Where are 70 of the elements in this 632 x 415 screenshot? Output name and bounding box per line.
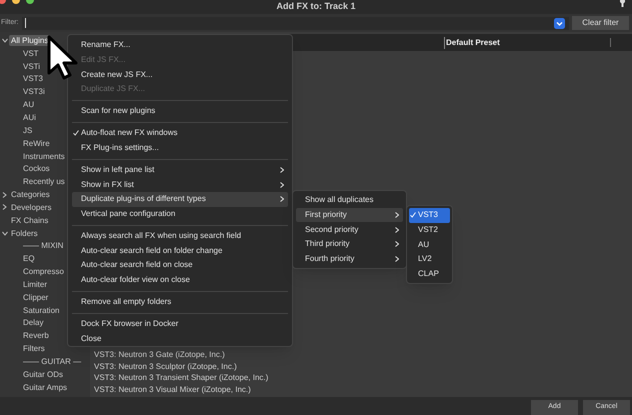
menu-item[interactable]: Dock FX browser in Docker — [72, 316, 288, 332]
tree-item[interactable]: —— MIXIN — [21, 240, 66, 252]
tree-item[interactable]: VST — [21, 48, 41, 59]
menu-item[interactable]: Fourth priority — [296, 252, 403, 266]
expanded-chevron-icon[interactable] — [2, 230, 8, 236]
menu-item[interactable]: Create new JS FX... — [72, 67, 288, 82]
tree-item[interactable]: EQ — [21, 253, 37, 264]
tree-item[interactable]: ReWire — [21, 138, 52, 149]
tree-item[interactable]: Filters — [21, 343, 47, 354]
tree-item[interactable]: Guitar ODs — [21, 368, 66, 380]
list-row[interactable]: VST3: Neutron 3 Gate (iZotope, Inc.) — [94, 348, 632, 361]
menu-item[interactable]: Show all duplicates — [296, 193, 403, 208]
tree-item[interactable]: Categories — [9, 189, 52, 200]
pin-icon[interactable] — [619, 0, 626, 7]
tree-item[interactable]: Developers — [9, 202, 54, 213]
tree-item[interactable]: Cockos — [21, 163, 52, 174]
tree-item[interactable]: Delay — [21, 317, 46, 328]
menu-item[interactable]: Auto-clear search field on close — [72, 258, 288, 273]
text-cursor — [24, 18, 26, 28]
tree-item[interactable]: Instruments — [21, 150, 67, 162]
tree-item[interactable]: JS — [21, 124, 34, 136]
tree-item[interactable]: AU — [21, 99, 36, 110]
tree-item[interactable]: VSTi — [21, 60, 42, 72]
menu-item[interactable]: VST3 — [409, 208, 450, 223]
filter-field[interactable] — [22, 16, 569, 30]
menu-item[interactable]: Scan for new plugins — [72, 104, 288, 119]
menu-item[interactable]: Show in FX list — [72, 177, 288, 192]
menu-item[interactable]: FX Plug-ins settings... — [72, 140, 288, 156]
list-row[interactable]: VST3: Neutron 3 Visual Mixer (iZotope, Inc.) — [94, 384, 632, 396]
tree-item[interactable]: Compresso — [21, 266, 66, 278]
tree-item[interactable]: —— GUITAR — — [21, 356, 84, 368]
tree-item[interactable]: Reverb — [21, 330, 51, 342]
tree-item[interactable]: Limiter — [21, 278, 50, 290]
tree-item[interactable]: VST3 — [21, 73, 46, 84]
column-header[interactable]: Default Preset — [444, 36, 500, 48]
collapsed-chevron-icon[interactable] — [2, 192, 7, 198]
list-row[interactable]: VST3: Neutron 3 Transient Shaper (iZotope, Inc.) — [94, 372, 632, 384]
tree-item[interactable]: All Plugins — [9, 34, 50, 46]
menu-item[interactable]: Vertical pane configuration — [72, 206, 288, 222]
menu-item[interactable]: Show in left pane list — [72, 162, 288, 178]
tree-item[interactable]: Recently us — [21, 176, 67, 188]
menu-item[interactable]: Duplicate plug-ins of different types — [72, 192, 288, 207]
menu-item[interactable]: Auto-clear search field on folder change — [72, 243, 288, 258]
tree-item[interactable]: Saturation — [21, 304, 62, 316]
menu-item[interactable]: VST2 — [409, 222, 450, 238]
tree-item[interactable]: VST3i — [21, 86, 47, 98]
menu-item[interactable]: Close — [72, 331, 288, 346]
list-row[interactable]: VST3: Neutron 3 Sculptor (iZotope, Inc.) — [94, 360, 632, 372]
menu-item[interactable]: Third priority — [296, 237, 403, 252]
tree-item[interactable]: Folders — [9, 228, 40, 239]
dropdown-icon[interactable] — [554, 18, 565, 28]
clear-filter-button[interactable]: Clear filter — [572, 16, 629, 30]
collapsed-chevron-icon[interactable] — [2, 204, 7, 210]
menu-item[interactable]: Auto-clear folder view on close — [72, 272, 288, 288]
tree-item[interactable]: FX Chains — [9, 214, 50, 226]
cursor-icon — [47, 35, 79, 81]
menu-item[interactable]: AU — [409, 237, 450, 252]
menu-item[interactable]: First priority — [296, 208, 403, 222]
expanded-chevron-icon[interactable] — [2, 38, 8, 43]
menu-item[interactable]: Rename FX... — [72, 38, 288, 53]
window-title: Add FX to: Track 1 — [276, 1, 356, 12]
menu-item[interactable]: Second priority — [296, 222, 403, 238]
menu-item[interactable]: Remove all empty folders — [72, 294, 288, 310]
menu-item[interactable]: Auto-float new FX windows — [72, 126, 288, 141]
menu-item[interactable]: Always search all FX when using search field — [72, 228, 288, 244]
tree-item[interactable]: AUi — [21, 112, 38, 123]
tree-item[interactable]: Guitar Amps — [21, 382, 70, 393]
menu-item[interactable]: CLAP — [409, 266, 450, 282]
menu-item[interactable]: LV2 — [409, 252, 450, 267]
tree-item[interactable]: Clipper — [21, 292, 50, 303]
